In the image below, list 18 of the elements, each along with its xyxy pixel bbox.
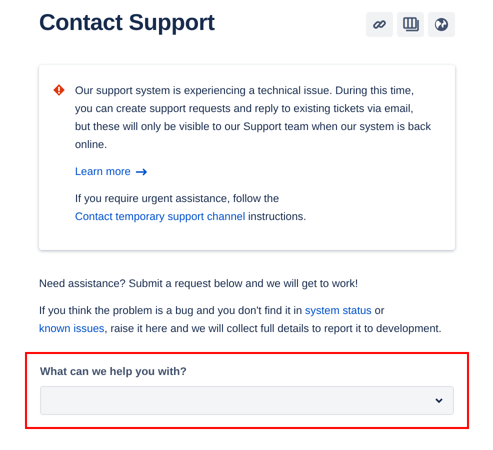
- warning-icon: [53, 84, 65, 96]
- notice-text: Our support system is experiencing a technical issue. During this time, you can create support requests and reply to existing tickets via email, but these will only be visible to our Support team when our system is back online.: [75, 84, 431, 153]
- field-label: What can we help you with?: [40, 365, 188, 380]
- page-title: Contact Support: [39, 8, 215, 36]
- toolbar-button[interactable]: [397, 12, 424, 37]
- notice-text: If you require urgent assistance, follow the Contact temporary support channel instructions.: [75, 192, 308, 225]
- toolbar-button[interactable]: [428, 12, 455, 37]
- globe-icon: [434, 17, 449, 32]
- chevron-down-icon: [435, 398, 443, 403]
- body-text: Need assistance? Submit a request below and we will get to work!: [39, 277, 360, 292]
- body-text: If you think the problem is a bug and you don't find it in system status or known issues, raise it here and we will collect full details to report it to development.: [39, 304, 443, 337]
- columns-icon: [402, 17, 418, 32]
- dropdown-field[interactable]: [40, 386, 454, 415]
- link[interactable]: system status: [305, 305, 372, 317]
- link[interactable]: Learn more: [75, 166, 131, 178]
- link[interactable]: known issues: [39, 323, 104, 335]
- link[interactable]: Contact temporary support channel: [75, 211, 246, 223]
- toolbar-button[interactable]: [366, 12, 393, 37]
